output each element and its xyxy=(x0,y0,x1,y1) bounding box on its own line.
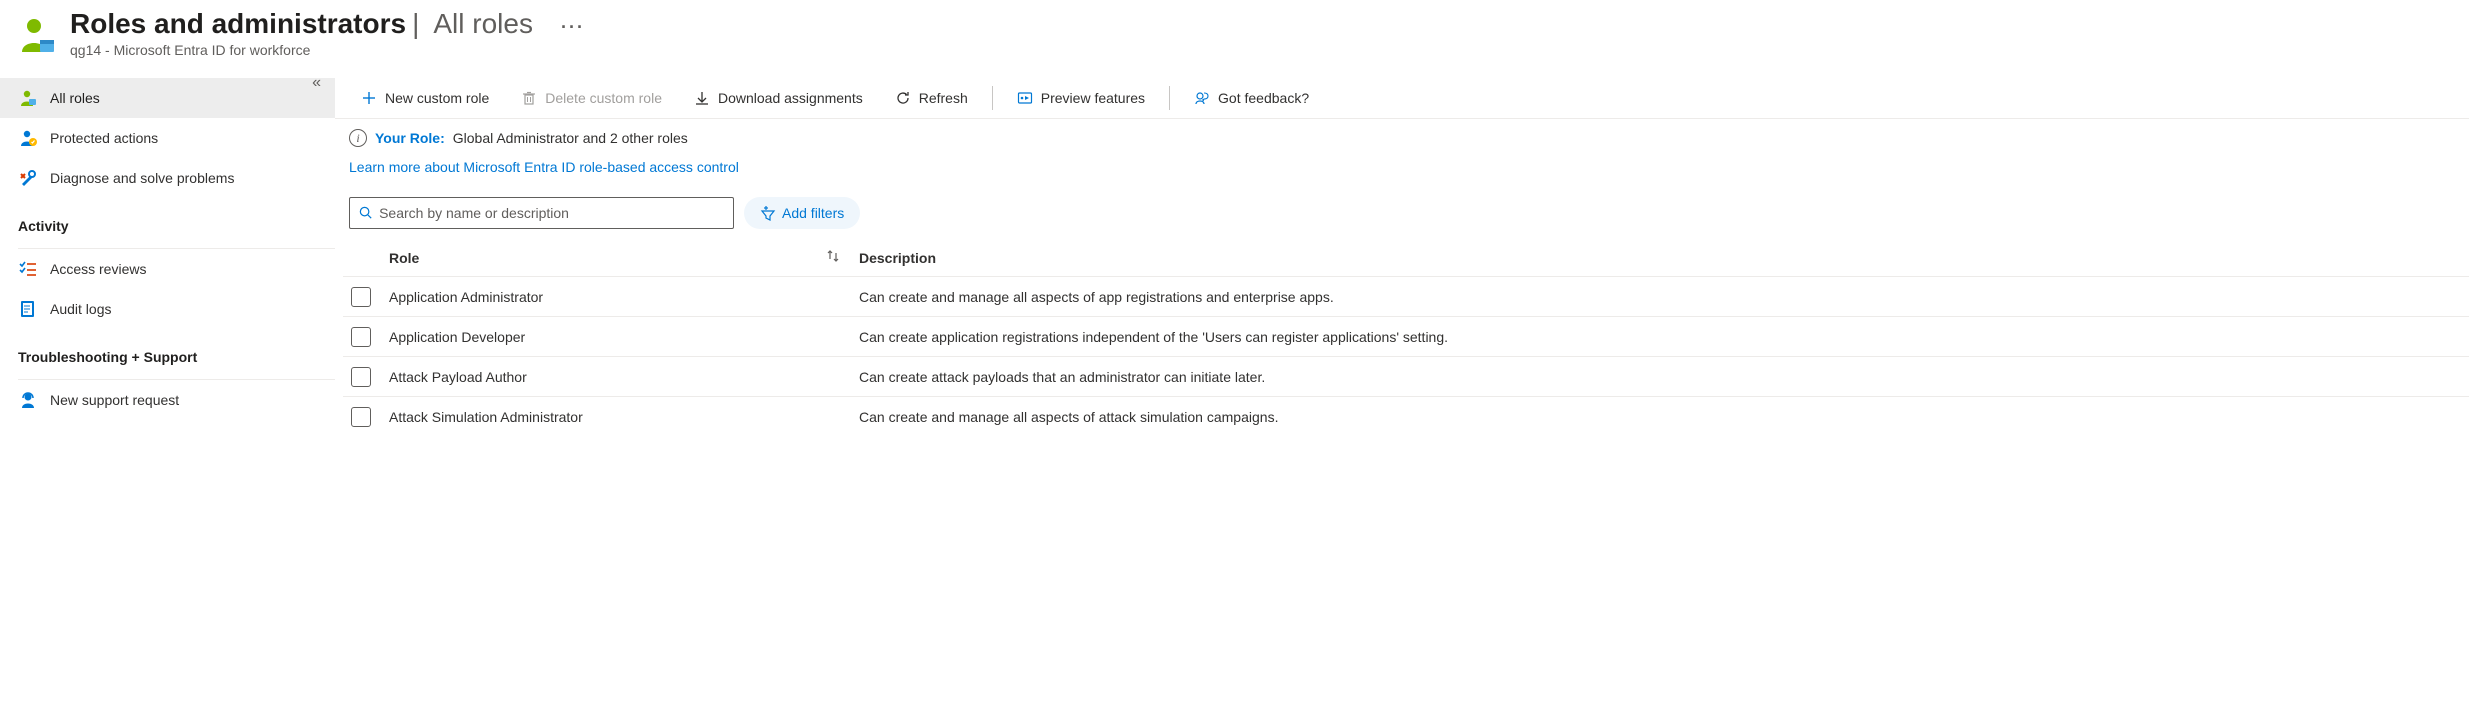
your-role-bar: i Your Role: Global Administrator and 2 … xyxy=(335,118,2469,151)
sidebar-item-diagnose[interactable]: Diagnose and solve problems xyxy=(0,158,335,198)
wrench-icon xyxy=(18,168,38,188)
filter-row: Add filters xyxy=(335,191,2469,239)
got-feedback-button[interactable]: Got feedback? xyxy=(1180,84,1323,112)
toolbar-label: Preview features xyxy=(1041,90,1145,106)
page-header: Roles and administrators | All roles ···… xyxy=(0,0,2469,72)
search-input[interactable] xyxy=(379,205,725,221)
table-header: Role Description xyxy=(343,239,2469,277)
sort-icon[interactable] xyxy=(825,248,841,267)
sidebar-section-activity: Activity xyxy=(0,198,335,240)
col-role-header[interactable]: Role xyxy=(389,248,859,267)
title-separator: | xyxy=(412,8,419,40)
sidebar: « All roles Protected actions Diagnose a… xyxy=(0,72,335,437)
toolbar-label: Download assignments xyxy=(718,90,863,106)
toolbar-label: New custom role xyxy=(385,90,489,106)
sidebar-item-label: Audit logs xyxy=(50,301,111,317)
download-icon xyxy=(694,90,710,106)
add-filters-button[interactable]: Add filters xyxy=(744,197,860,229)
toolbar-separator xyxy=(992,86,993,110)
search-box[interactable] xyxy=(349,197,734,229)
download-assignments-button[interactable]: Download assignments xyxy=(680,84,877,112)
add-filters-label: Add filters xyxy=(782,205,844,221)
row-checkbox[interactable] xyxy=(351,327,371,347)
role-description: Can create attack payloads that an admin… xyxy=(859,369,2469,385)
tenant-label: qg14 - Microsoft Entra ID for workforce xyxy=(70,42,585,58)
role-name[interactable]: Attack Payload Author xyxy=(389,369,859,385)
toolbar-label: Refresh xyxy=(919,90,968,106)
sidebar-item-label: Access reviews xyxy=(50,261,146,277)
col-desc-header[interactable]: Description xyxy=(859,250,2469,266)
new-custom-role-button[interactable]: New custom role xyxy=(347,84,503,112)
role-description: Can create and manage all aspects of att… xyxy=(859,409,2469,425)
role-name[interactable]: Application Developer xyxy=(389,329,859,345)
collapse-sidebar-icon[interactable]: « xyxy=(312,74,321,92)
support-icon xyxy=(18,390,38,410)
checklist-icon xyxy=(18,259,38,279)
doc-icon xyxy=(18,299,38,319)
plus-icon xyxy=(361,90,377,106)
toolbar: New custom role Delete custom role Downl… xyxy=(335,78,2469,118)
filter-icon xyxy=(760,205,776,221)
preview-icon xyxy=(1017,90,1033,106)
sidebar-section-support: Troubleshooting + Support xyxy=(0,329,335,371)
shield-icon xyxy=(18,128,38,148)
role-description: Can create application registrations ind… xyxy=(859,329,2469,345)
refresh-icon xyxy=(895,90,911,106)
table-row[interactable]: Application Administrator Can create and… xyxy=(343,277,2469,317)
sidebar-item-access-reviews[interactable]: Access reviews xyxy=(0,249,335,289)
toolbar-separator xyxy=(1169,86,1170,110)
sidebar-item-new-support[interactable]: New support request xyxy=(0,380,335,420)
page-title-sub: All roles xyxy=(433,8,533,40)
refresh-button[interactable]: Refresh xyxy=(881,84,982,112)
col-role-label: Role xyxy=(389,250,419,266)
feedback-icon xyxy=(1194,90,1210,106)
preview-features-button[interactable]: Preview features xyxy=(1003,84,1159,112)
info-icon: i xyxy=(349,129,367,147)
roles-table: Role Description Application Administrat… xyxy=(335,239,2469,437)
sidebar-item-label: Protected actions xyxy=(50,130,158,146)
role-description: Can create and manage all aspects of app… xyxy=(859,289,2469,305)
your-role-value[interactable]: Global Administrator and 2 other roles xyxy=(453,130,688,146)
sidebar-item-all-roles[interactable]: All roles xyxy=(0,78,335,118)
roles-admin-icon xyxy=(16,14,60,58)
main-content: New custom role Delete custom role Downl… xyxy=(335,72,2469,437)
your-role-label: Your Role: xyxy=(375,130,445,146)
sidebar-item-protected-actions[interactable]: Protected actions xyxy=(0,118,335,158)
delete-custom-role-button: Delete custom role xyxy=(507,84,676,112)
table-row[interactable]: Attack Payload Author Can create attack … xyxy=(343,357,2469,397)
trash-icon xyxy=(521,90,537,106)
more-icon[interactable]: ··· xyxy=(561,17,585,38)
toolbar-label: Got feedback? xyxy=(1218,90,1309,106)
learn-more-link[interactable]: Learn more about Microsoft Entra ID role… xyxy=(335,151,753,191)
sidebar-item-label: All roles xyxy=(50,90,100,106)
role-name[interactable]: Application Administrator xyxy=(389,289,859,305)
page-title-main: Roles and administrators xyxy=(70,8,406,40)
search-icon xyxy=(358,205,373,221)
row-checkbox[interactable] xyxy=(351,407,371,427)
sidebar-item-label: Diagnose and solve problems xyxy=(50,170,234,186)
row-checkbox[interactable] xyxy=(351,367,371,387)
sidebar-item-audit-logs[interactable]: Audit logs xyxy=(0,289,335,329)
role-name[interactable]: Attack Simulation Administrator xyxy=(389,409,859,425)
person-icon xyxy=(18,88,38,108)
page-title: Roles and administrators | All roles ··· xyxy=(70,8,585,40)
table-row[interactable]: Application Developer Can create applica… xyxy=(343,317,2469,357)
toolbar-label: Delete custom role xyxy=(545,90,662,106)
table-row[interactable]: Attack Simulation Administrator Can crea… xyxy=(343,397,2469,437)
sidebar-item-label: New support request xyxy=(50,392,179,408)
row-checkbox[interactable] xyxy=(351,287,371,307)
